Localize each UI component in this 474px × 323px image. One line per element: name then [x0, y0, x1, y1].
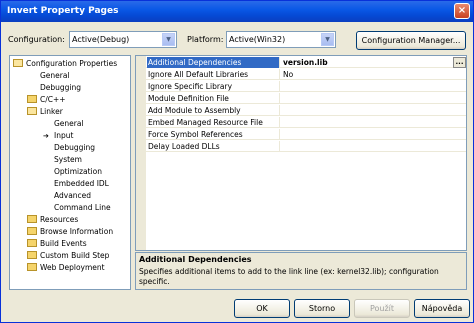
- property-value[interactable]: [281, 81, 466, 92]
- property-value[interactable]: version.lib ...: [281, 57, 466, 68]
- tree-item-linker-input[interactable]: ➔ Input: [43, 130, 73, 141]
- window-title: Invert Property Pages: [7, 6, 119, 16]
- tree-item-linker[interactable]: Linker: [27, 106, 63, 117]
- folder-icon: [27, 95, 37, 103]
- property-name: Module Definition File: [147, 93, 280, 104]
- property-value[interactable]: [281, 129, 466, 140]
- tree-item-debugging[interactable]: Debugging: [40, 82, 81, 93]
- property-row[interactable]: Force Symbol References: [146, 129, 466, 140]
- platform-dropdown[interactable]: Active(Win32) ▼: [226, 31, 336, 48]
- configuration-value: Active(Debug): [72, 35, 130, 44]
- configuration-manager-button[interactable]: Configuration Manager...: [356, 31, 466, 50]
- property-pages-window: Invert Property Pages × Configuration: A…: [0, 0, 474, 323]
- grid-gutter: [136, 56, 146, 250]
- folder-icon: [27, 227, 37, 235]
- property-grid[interactable]: Additional Dependencies version.lib ... …: [135, 55, 467, 251]
- cancel-button[interactable]: Storno: [294, 299, 350, 318]
- property-row[interactable]: Embed Managed Resource File: [146, 117, 466, 128]
- property-value[interactable]: [281, 117, 466, 128]
- browse-ellipsis-button[interactable]: ...: [453, 57, 466, 68]
- description-title: Additional Dependencies: [139, 255, 252, 264]
- tree-item-custom-build-step[interactable]: Custom Build Step: [27, 250, 109, 261]
- tree-item-linker-system[interactable]: System: [54, 154, 82, 165]
- property-row[interactable]: Additional Dependencies version.lib ...: [146, 57, 466, 68]
- property-name: Force Symbol References: [147, 129, 280, 140]
- chevron-down-icon[interactable]: ▼: [321, 33, 334, 46]
- property-name: Embed Managed Resource File: [147, 117, 280, 128]
- help-button[interactable]: Nápověda: [414, 299, 470, 318]
- property-value[interactable]: No: [281, 69, 466, 80]
- folder-icon: [27, 251, 37, 259]
- ok-button[interactable]: OK: [234, 299, 290, 318]
- pointer-arrow-icon: ➔: [43, 132, 49, 140]
- chevron-down-icon[interactable]: ▼: [162, 33, 175, 46]
- folder-open-icon: [13, 59, 23, 67]
- close-icon[interactable]: ×: [454, 3, 470, 19]
- platform-label: Platform:: [187, 35, 224, 44]
- tree-item-resources[interactable]: Resources: [27, 214, 78, 225]
- property-name: Ignore Specific Library: [147, 81, 280, 92]
- property-value[interactable]: [281, 105, 466, 116]
- tree-item-configuration-properties[interactable]: Configuration Properties: [13, 58, 117, 69]
- tree-item-c-cpp[interactable]: C/C++: [27, 94, 66, 105]
- property-value[interactable]: [281, 93, 466, 104]
- property-row[interactable]: Ignore Specific Library: [146, 81, 466, 92]
- folder-icon: [27, 215, 37, 223]
- title-bar[interactable]: Invert Property Pages ×: [1, 1, 473, 22]
- tree-item-build-events[interactable]: Build Events: [27, 238, 87, 249]
- tree-item-web-deployment[interactable]: Web Deployment: [27, 262, 105, 273]
- folder-icon: [27, 239, 37, 247]
- property-row[interactable]: Module Definition File: [146, 93, 466, 104]
- tree-item-linker-embedded-idl[interactable]: Embedded IDL: [54, 178, 109, 189]
- property-row[interactable]: Ignore All Default Libraries No: [146, 69, 466, 80]
- property-name: Add Module to Assembly: [147, 105, 280, 116]
- tree-item-linker-optimization[interactable]: Optimization: [54, 166, 102, 177]
- folder-open-icon: [27, 107, 37, 115]
- property-row[interactable]: Delay Loaded DLLs: [146, 141, 466, 152]
- configuration-dropdown[interactable]: Active(Debug) ▼: [69, 31, 177, 48]
- description-panel: Additional Dependencies Specifies additi…: [135, 252, 467, 290]
- property-tree[interactable]: Configuration Properties General Debuggi…: [9, 55, 131, 290]
- platform-value: Active(Win32): [229, 35, 286, 44]
- tree-item-linker-advanced[interactable]: Advanced: [54, 190, 91, 201]
- tree-item-linker-general[interactable]: General: [54, 118, 84, 129]
- description-body: Specifies additional items to add to the…: [139, 267, 439, 286]
- property-row[interactable]: Add Module to Assembly: [146, 105, 466, 116]
- property-value[interactable]: [281, 141, 466, 152]
- property-name: Additional Dependencies: [147, 57, 280, 68]
- apply-button[interactable]: Použít: [354, 299, 410, 318]
- tree-item-linker-command-line[interactable]: Command Line: [54, 202, 111, 213]
- property-name: Delay Loaded DLLs: [147, 141, 280, 152]
- property-name: Ignore All Default Libraries: [147, 69, 280, 80]
- folder-icon: [27, 263, 37, 271]
- tree-item-linker-debugging[interactable]: Debugging: [54, 142, 95, 153]
- configuration-label: Configuration:: [8, 35, 65, 44]
- tree-item-browse-information[interactable]: Browse Information: [27, 226, 113, 237]
- tree-item-general[interactable]: General: [40, 70, 70, 81]
